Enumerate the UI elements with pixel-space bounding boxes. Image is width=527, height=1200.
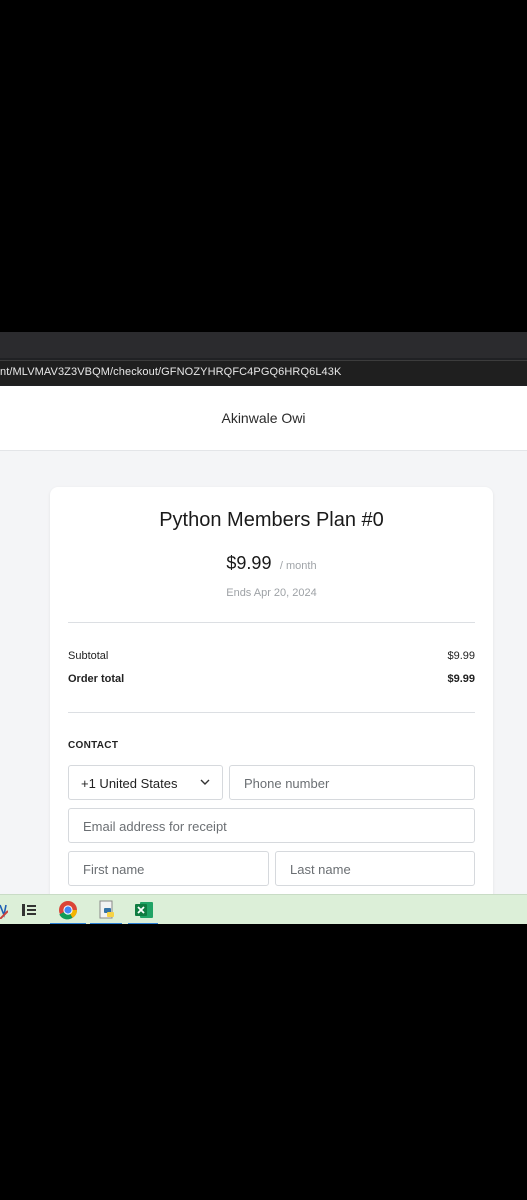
email-placeholder: Email address for receipt: [83, 819, 227, 834]
black-bar-bottom: [0, 924, 527, 1200]
subtotal-value: $9.99: [447, 650, 475, 662]
phone-placeholder: Phone number: [244, 776, 330, 791]
email-field[interactable]: Email address for receipt: [68, 808, 475, 843]
order-total-value: $9.99: [447, 673, 475, 685]
phone-number-field[interactable]: Phone number: [229, 765, 475, 800]
country-code-select[interactable]: +1 United States: [68, 765, 223, 800]
first-name-placeholder: First name: [83, 862, 145, 877]
windows-taskbar: [0, 894, 527, 925]
last-name-placeholder: Last name: [290, 862, 351, 877]
last-name-field[interactable]: Last name: [275, 851, 475, 886]
subtotal-label: Subtotal: [68, 650, 109, 662]
address-bar[interactable]: nt/MLVMAV3Z3VBQM/checkout/GFNOZYHRQFC4PG…: [0, 360, 527, 385]
first-name-field[interactable]: First name: [68, 851, 269, 886]
url-text[interactable]: nt/MLVMAV3Z3VBQM/checkout/GFNOZYHRQFC4PG…: [0, 366, 341, 378]
app-edge-icon[interactable]: [0, 901, 8, 919]
plan-price: $9.99: [226, 553, 272, 573]
divider: [68, 712, 475, 713]
merchant-name: Akinwale Owi: [221, 410, 306, 426]
chrome-icon[interactable]: [57, 899, 79, 921]
price-row: $9.99 / month: [50, 553, 493, 574]
browser-chrome: nt/MLVMAV3Z3VBQM/checkout/GFNOZYHRQFC4PG…: [0, 332, 527, 386]
python-file-icon[interactable]: [96, 899, 118, 921]
country-code-value: +1 United States: [81, 776, 178, 791]
order-total-label: Order total: [68, 673, 125, 685]
chevron-down-icon: [200, 779, 210, 785]
contact-heading: CONTACT: [68, 740, 119, 751]
checkout-page: Akinwale Owi Python Members Plan #0 $9.9…: [0, 386, 527, 894]
black-bar-top: [0, 0, 527, 332]
divider: [68, 622, 475, 623]
task-view-icon[interactable]: [18, 899, 40, 921]
checkout-card: Python Members Plan #0 $9.99 / month End…: [50, 487, 493, 894]
billing-period: / month: [279, 560, 317, 572]
page-header: Akinwale Owi: [0, 386, 527, 451]
plan-title: Python Members Plan #0: [159, 509, 384, 531]
plan-end-date: Ends Apr 20, 2024: [226, 587, 317, 599]
tab-strip[interactable]: [0, 332, 527, 358]
excel-icon[interactable]: [133, 899, 155, 921]
